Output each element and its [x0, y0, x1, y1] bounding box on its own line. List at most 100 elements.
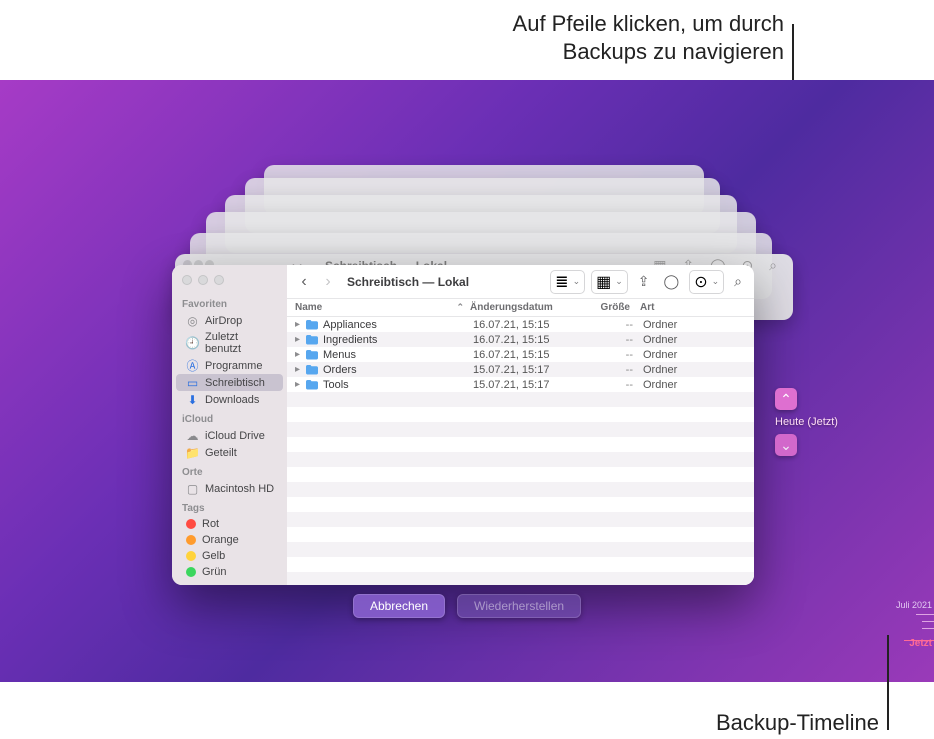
sidebar-item-icloud-drive[interactable]: ☁ iCloud Drive: [176, 427, 283, 444]
file-date: 16.07.21, 15:15: [473, 334, 583, 346]
file-kind: Ordner: [643, 334, 746, 346]
empty-row: [287, 452, 754, 467]
cancel-button[interactable]: Abbrechen: [353, 594, 445, 618]
forward-button[interactable]: ›: [319, 273, 337, 291]
current-backup-label: Heute (Jetzt): [775, 416, 838, 428]
empty-row: [287, 407, 754, 422]
column-header-name[interactable]: Name ⌃: [295, 302, 470, 313]
file-row[interactable]: ▸ Appliances 16.07.21, 15:15 -- Ordner: [287, 317, 754, 332]
backup-timeline[interactable]: Juli 2021 Jetzt: [874, 600, 934, 670]
list-view-icon: ≣: [555, 272, 568, 292]
file-kind: Ordner: [643, 364, 746, 376]
file-kind: Ordner: [643, 379, 746, 391]
sidebar-heading-icloud: iCloud: [172, 408, 287, 427]
next-backup-button[interactable]: ⌄: [775, 434, 797, 456]
file-row[interactable]: ▸ Ingredients 16.07.21, 15:15 -- Ordner: [287, 332, 754, 347]
empty-row: [287, 512, 754, 527]
finder-main: ‹ › Schreibtisch — Lokal ≣⌄ ▦⌄ ⇪ ◯ ⊙⌄ ⌕: [287, 265, 754, 585]
callout-timeline: Backup-Timeline: [0, 710, 879, 736]
file-kind: Ordner: [643, 349, 746, 361]
search-button[interactable]: ⌕: [730, 271, 746, 292]
file-name: Menus: [323, 349, 473, 361]
time-machine-buttons: Abbrechen Wiederherstellen: [0, 594, 934, 618]
downloads-icon: ⬇: [186, 393, 199, 406]
action-menu-button[interactable]: ⊙⌄: [689, 270, 724, 294]
sidebar-item-label: Downloads: [205, 394, 259, 406]
sidebar-item-applications[interactable]: Ⓐ Programme: [176, 357, 283, 374]
folder-icon: [305, 319, 319, 331]
view-list-button[interactable]: ≣⌄: [550, 270, 585, 294]
sidebar-heading-tags: Tags: [172, 497, 287, 516]
sidebar-item-label: Zuletzt benutzt: [205, 331, 277, 355]
sidebar-item-label: AirDrop: [205, 315, 242, 327]
empty-row: [287, 497, 754, 512]
restore-button[interactable]: Wiederherstellen: [457, 594, 581, 618]
sidebar-heading-locations: Orte: [172, 461, 287, 480]
sidebar-tag-orange[interactable]: Orange: [176, 532, 283, 548]
disclosure-triangle-icon[interactable]: ▸: [295, 349, 305, 360]
cloud-icon: ☁: [186, 429, 199, 442]
file-kind: Ordner: [643, 319, 746, 331]
disclosure-triangle-icon[interactable]: ▸: [295, 319, 305, 330]
empty-row: [287, 527, 754, 542]
tags-button[interactable]: ◯: [660, 271, 684, 292]
share-button[interactable]: ⇪: [634, 271, 654, 292]
file-row[interactable]: ▸ Tools 15.07.21, 15:17 -- Ordner: [287, 377, 754, 392]
empty-row: [287, 572, 754, 585]
tag-dot-icon: [186, 519, 196, 529]
empty-row: [287, 392, 754, 407]
empty-row: [287, 482, 754, 497]
previous-backup-button[interactable]: ⌃: [775, 388, 797, 410]
file-row[interactable]: ▸ Orders 15.07.21, 15:17 -- Ordner: [287, 362, 754, 377]
sidebar-item-desktop[interactable]: ▭ Schreibtisch: [176, 374, 283, 391]
sidebar-tag-green[interactable]: Grün: [176, 564, 283, 580]
disclosure-triangle-icon[interactable]: ▸: [295, 364, 305, 375]
zoom-dot[interactable]: [214, 275, 224, 285]
finder-sidebar: Favoriten ◎ AirDrop 🕘 Zuletzt benutzt Ⓐ …: [172, 265, 287, 585]
sidebar-item-label: Grün: [202, 566, 226, 578]
sidebar-item-shared[interactable]: 📁 Geteilt: [176, 444, 283, 461]
column-header-date[interactable]: Änderungsdatum: [470, 302, 580, 313]
close-dot[interactable]: [182, 275, 192, 285]
timeline-tick[interactable]: [922, 621, 934, 622]
file-size: --: [583, 379, 643, 391]
sidebar-item-recents[interactable]: 🕘 Zuletzt benutzt: [176, 329, 283, 357]
sidebar-item-airdrop[interactable]: ◎ AirDrop: [176, 312, 283, 329]
folder-icon: [305, 334, 319, 346]
file-date: 15.07.21, 15:17: [473, 364, 583, 376]
disk-icon: ▢: [186, 482, 199, 495]
shared-folder-icon: 📁: [186, 446, 199, 459]
file-size: --: [583, 364, 643, 376]
folder-icon: [305, 364, 319, 376]
window-traffic-lights: [172, 271, 287, 293]
folder-icon: [305, 379, 319, 391]
callout-leader-line: [887, 635, 889, 730]
timeline-tick[interactable]: [922, 628, 934, 629]
sidebar-item-label: iCloud Drive: [205, 430, 265, 442]
minimize-dot[interactable]: [198, 275, 208, 285]
timeline-tick[interactable]: [916, 614, 934, 615]
sidebar-item-label: Geteilt: [205, 447, 237, 459]
disclosure-triangle-icon[interactable]: ▸: [295, 379, 305, 390]
back-button[interactable]: ‹: [295, 273, 313, 291]
airdrop-icon: ◎: [186, 314, 199, 327]
column-header-kind[interactable]: Art: [640, 302, 746, 313]
sidebar-item-macintosh-hd[interactable]: ▢ Macintosh HD: [176, 480, 283, 497]
callout-line1: Auf Pfeile klicken, um durch: [0, 10, 784, 38]
timeline-now-label: Jetzt: [909, 638, 932, 649]
file-row[interactable]: ▸ Menus 16.07.21, 15:15 -- Ordner: [287, 347, 754, 362]
empty-row: [287, 422, 754, 437]
sidebar-tag-red[interactable]: Rot: [176, 516, 283, 532]
disclosure-triangle-icon[interactable]: ▸: [295, 334, 305, 345]
chevron-down-icon: ⌄: [712, 276, 720, 287]
column-header-size[interactable]: Größe: [580, 302, 640, 313]
apps-icon: Ⓐ: [186, 359, 199, 372]
empty-row: [287, 557, 754, 572]
tag-dot-icon: [186, 551, 196, 561]
sidebar-item-label: Gelb: [202, 550, 225, 562]
sidebar-tag-yellow[interactable]: Gelb: [176, 548, 283, 564]
file-size: --: [583, 334, 643, 346]
grid-icon: ▦: [596, 272, 611, 292]
group-by-button[interactable]: ▦⌄: [591, 270, 628, 294]
sidebar-item-downloads[interactable]: ⬇ Downloads: [176, 391, 283, 408]
